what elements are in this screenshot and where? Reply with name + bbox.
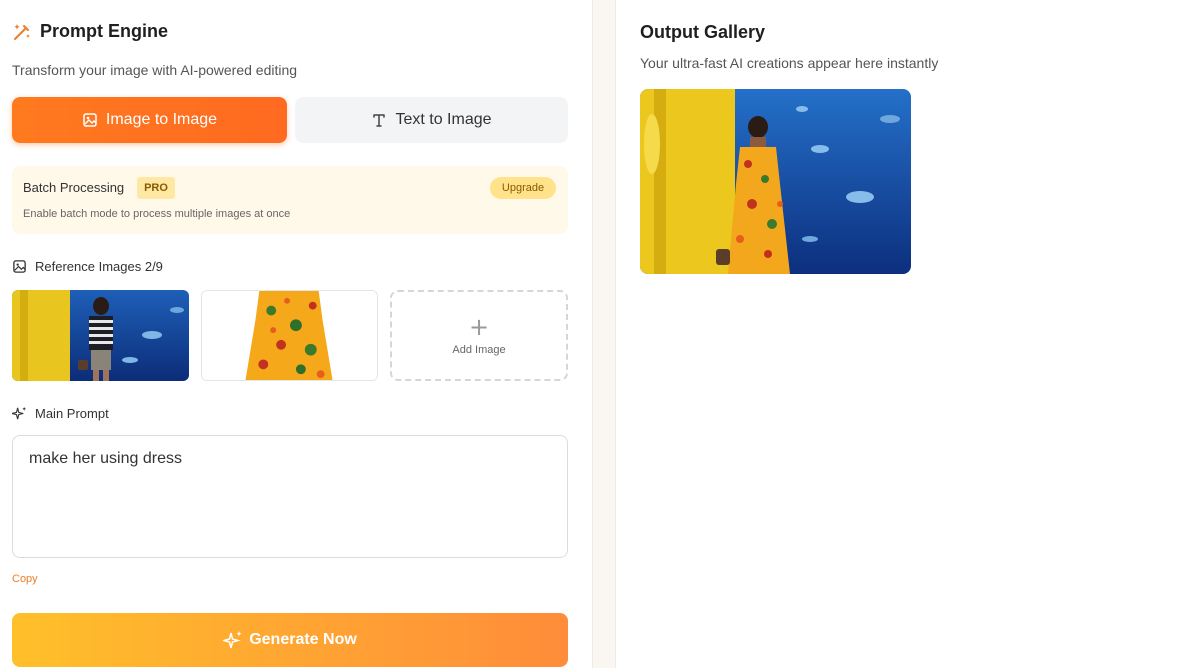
add-image-label: Add Image	[452, 343, 506, 356]
main-prompt-label-text: Main Prompt	[35, 406, 109, 421]
main-prompt-input[interactable]: make her using dress	[12, 435, 568, 558]
page-subtitle: Transform your image with AI-powered edi…	[12, 62, 298, 78]
page-title: Prompt Engine	[40, 21, 169, 41]
reference-photo-dress	[202, 291, 377, 380]
upgrade-button[interactable]: Upgrade	[490, 177, 556, 199]
pro-badge: PRO	[137, 177, 175, 199]
sparkle-icon	[12, 406, 27, 420]
tab-image-to-image[interactable]: Image to Image	[12, 97, 287, 143]
copy-button[interactable]: Copy	[12, 573, 38, 585]
generate-now-button[interactable]: Generate Now	[12, 613, 568, 667]
left-panel: Prompt Engine Transform your image with …	[0, 0, 592, 668]
reference-image-thumbnail[interactable]	[12, 290, 189, 381]
panel-divider	[592, 0, 616, 668]
header: Prompt Engine	[12, 21, 168, 42]
reference-photo-person	[12, 290, 189, 381]
reference-images-label: Reference Images 2/9	[12, 259, 163, 274]
output-photo	[640, 89, 911, 274]
reference-image-thumbnail[interactable]	[201, 290, 378, 381]
plus-icon: +	[468, 312, 490, 341]
magic-wand-icon	[14, 23, 30, 40]
batch-processing-card: Batch Processing PRO Upgrade Enable batc…	[12, 166, 568, 234]
tab-text-to-image[interactable]: Text to Image	[295, 97, 568, 143]
output-image[interactable]	[640, 89, 911, 274]
generate-now-label: Generate Now	[249, 631, 357, 648]
gallery-subtitle: Your ultra-fast AI creations appear here…	[640, 55, 939, 71]
sparkle-icon	[223, 631, 242, 649]
tab-image-to-image-label: Image to Image	[105, 111, 218, 128]
image-icon	[83, 113, 97, 127]
main-prompt-label: Main Prompt	[12, 406, 109, 421]
gallery-title: Output Gallery	[640, 22, 766, 42]
image-icon	[13, 260, 26, 273]
tab-text-to-image-label: Text to Image	[395, 111, 492, 128]
right-panel: Output Gallery Your ultra-fast AI creati…	[616, 0, 1200, 668]
text-icon	[373, 114, 386, 127]
reference-images-label-text: Reference Images 2/9	[35, 259, 163, 274]
add-image-button[interactable]: + Add Image	[390, 290, 568, 381]
batch-title: Batch Processing	[23, 180, 125, 195]
batch-description: Enable batch mode to process multiple im…	[23, 208, 291, 220]
